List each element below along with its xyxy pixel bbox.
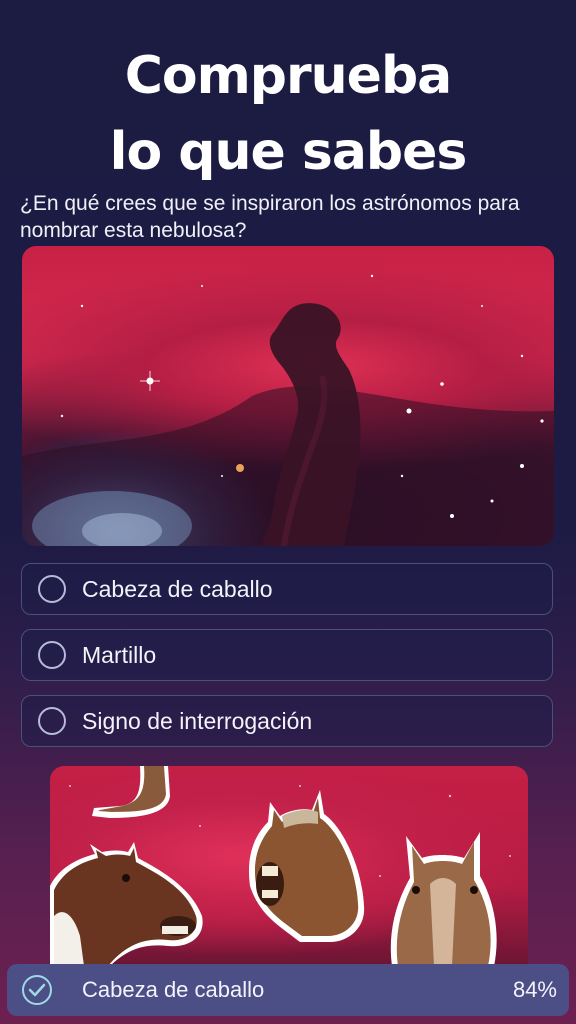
horse-stickers-illustration bbox=[50, 766, 511, 966]
result-percentage: 84% bbox=[512, 977, 557, 1002]
option-label: Martillo bbox=[82, 641, 157, 668]
page-title: Comprueba lo que sabes bbox=[0, 38, 576, 190]
title-line-2: lo que sabes bbox=[109, 122, 468, 182]
radio-icon bbox=[38, 575, 66, 603]
horse-stickers-image bbox=[50, 766, 528, 966]
option-martillo[interactable]: Martillo bbox=[21, 629, 553, 681]
question-text: ¿En qué crees que se inspiraron los astr… bbox=[20, 192, 520, 242]
option-signo-de-interrogacion[interactable]: Signo de interrogación bbox=[21, 695, 553, 747]
option-label: Cabeza de caballo bbox=[82, 575, 273, 602]
result-bar[interactable]: Cabeza de caballo 84% bbox=[7, 964, 569, 1016]
radio-icon bbox=[38, 641, 66, 669]
option-cabeza-de-caballo[interactable]: Cabeza de caballo bbox=[21, 563, 553, 615]
option-label: Signo de interrogación bbox=[82, 707, 313, 734]
check-icon bbox=[22, 975, 52, 1005]
result-label: Cabeza de caballo bbox=[82, 977, 265, 1002]
radio-icon bbox=[38, 707, 66, 735]
nebula-illustration bbox=[22, 274, 554, 546]
title-line-1: Comprueba bbox=[124, 46, 453, 106]
nebula-photo bbox=[22, 246, 554, 546]
